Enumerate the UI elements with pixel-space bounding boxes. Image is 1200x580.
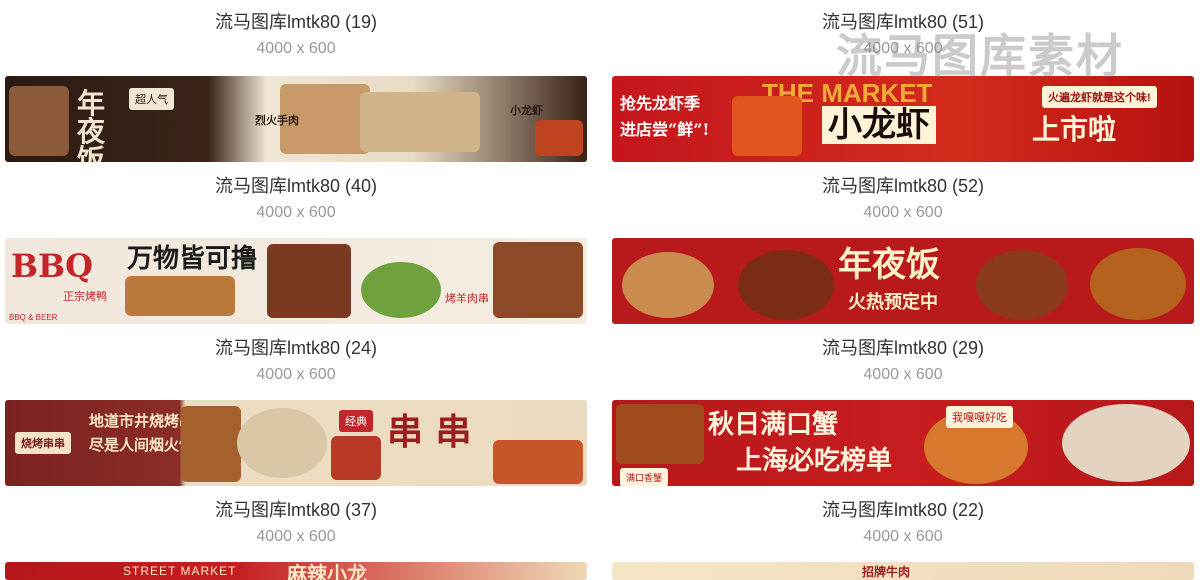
banner-footer: 满口香蟹 — [620, 468, 669, 486]
food-photo — [535, 120, 583, 156]
card-caption: 流马图库lmtk80 (40) 4000 x 600 — [5, 175, 587, 223]
banner-title: 上市啦 — [1032, 113, 1117, 146]
banner-title: 麻辣小龙 — [287, 562, 367, 580]
banner-thumbnail-longxia[interactable]: THE MARKET 抢先龙虾季 进店尝“鲜”! 小龙虾 火遍龙虾就是这个味! … — [612, 76, 1194, 162]
food-photo — [237, 408, 327, 478]
food-photo — [181, 406, 241, 482]
image-name[interactable]: 流马图库lmtk80 (24) — [5, 337, 587, 359]
image-name[interactable]: 流马图库lmtk80 (40) — [5, 175, 587, 197]
card-caption: 流马图库lmtk80 (52) 4000 x 600 — [612, 175, 1194, 223]
food-photo — [361, 262, 441, 318]
image-dimensions: 4000 x 600 — [256, 40, 336, 57]
image-dimensions: 4000 x 600 — [863, 528, 943, 545]
banner-title: 年夜饭 — [77, 87, 106, 163]
food-photo — [1090, 248, 1186, 320]
image-dimensions: 4000 x 600 — [256, 528, 336, 545]
banner-thumbnail-xie[interactable]: 满口香蟹 秋日满口蟹 上海必吃榜单 我嘎嘎好吃 — [612, 400, 1194, 486]
card-caption: 流马图库lmtk80 (24) 4000 x 600 — [5, 337, 587, 385]
banner-tag: 超人气 — [129, 88, 174, 110]
image-dimensions: 4000 x 600 — [863, 204, 943, 221]
banner-thumbnail-niurou[interactable]: 招牌牛肉 — [612, 562, 1194, 580]
image-name[interactable]: 流马图库lmtk80 (29) — [612, 337, 1194, 359]
food-photo — [738, 250, 834, 320]
banner-tag: 小龙虾 — [510, 105, 543, 117]
banner-title: 年夜饭 — [838, 245, 940, 285]
card-caption: 流马图库lmtk80 (22) 4000 x 600 — [612, 499, 1194, 547]
banner-tag: 招牌牛肉 — [862, 565, 911, 579]
image-dimensions: 4000 x 600 — [256, 366, 336, 383]
food-photo — [360, 92, 480, 152]
banner-slogan: 地道市井烧烤串 — [89, 412, 195, 430]
banner-tag: 经典 — [339, 410, 373, 432]
banner-title: 串 串 — [387, 411, 472, 453]
food-photo — [493, 242, 583, 318]
food-photo — [9, 86, 69, 156]
banner-title: 秋日满口蟹 — [708, 410, 839, 440]
image-dimensions: 4000 x 600 — [863, 40, 943, 57]
banner-tag: 火遍龙虾就是这个味! — [1042, 86, 1157, 108]
banner-thumbnail-nianyefan-preorder[interactable]: 年夜饭 火热预定中 — [612, 238, 1194, 324]
banner-tag: 烈火手肉 — [255, 115, 299, 127]
food-photo — [1062, 404, 1190, 482]
banner-title: 小龙虾 — [822, 106, 936, 144]
banner-title: 万物皆可撸 — [127, 244, 258, 274]
banner-slogan: 尽是人间烟火气 — [89, 436, 195, 454]
image-name[interactable]: 流马图库lmtk80 (22) — [612, 499, 1194, 521]
card-caption: 流马图库lmtk80 (51) 4000 x 600 — [612, 11, 1194, 59]
banner-thumbnail-street-market[interactable]: STREET MARKET 麻辣小龙 — [5, 562, 587, 580]
banner-tag: 正宗烤鸭 — [63, 291, 107, 303]
image-name[interactable]: 流马图库lmtk80 (37) — [5, 499, 587, 521]
card-caption: 流马图库lmtk80 (29) 4000 x 600 — [612, 337, 1194, 385]
food-photo — [493, 440, 583, 484]
banner-thumbnail-nianyefan[interactable]: 年夜饭 超人气 烈火手肉 小龙虾 — [5, 76, 587, 162]
food-photo — [622, 252, 714, 318]
banner-thumbnail-chuanchuan[interactable]: 烧烤串串 地道市井烧烤串 尽是人间烟火气 经典 串 串 — [5, 400, 587, 486]
card-caption: 流马图库lmtk80 (19) 4000 x 600 — [5, 11, 587, 59]
food-photo — [331, 436, 381, 480]
banner-logo: BBQ — [11, 247, 93, 285]
image-dimensions: 4000 x 600 — [863, 366, 943, 383]
banner-tag: 烤羊肉串 — [445, 293, 489, 305]
banner-badge: STREET MARKET — [123, 564, 237, 578]
image-dimensions: 4000 x 600 — [256, 204, 336, 221]
banner-footer: BBQ & BEER — [9, 313, 58, 322]
image-name[interactable]: 流马图库lmtk80 (52) — [612, 175, 1194, 197]
food-photo — [732, 96, 802, 156]
food-photo — [125, 276, 235, 316]
card-caption: 流马图库lmtk80 (37) 4000 x 600 — [5, 499, 587, 547]
banner-tag: 我嘎嘎好吃 — [946, 406, 1013, 428]
banner-slogan: 进店尝“鲜”! — [620, 120, 710, 139]
food-photo — [616, 404, 704, 464]
food-photo — [976, 250, 1068, 320]
banner-subtitle: 火热预定中 — [848, 292, 938, 313]
image-name[interactable]: 流马图库lmtk80 (19) — [5, 11, 587, 33]
banner-title: 上海必吃榜单 — [736, 446, 893, 476]
food-photo — [267, 244, 351, 318]
banner-logo: 烧烤串串 — [15, 432, 71, 454]
banner-thumbnail-bbq[interactable]: BBQ 万物皆可撸 正宗烤鸭 烤羊肉串 BBQ & BEER — [5, 238, 587, 324]
banner-slogan: 抢先龙虾季 — [620, 94, 701, 113]
image-name[interactable]: 流马图库lmtk80 (51) — [612, 11, 1194, 33]
